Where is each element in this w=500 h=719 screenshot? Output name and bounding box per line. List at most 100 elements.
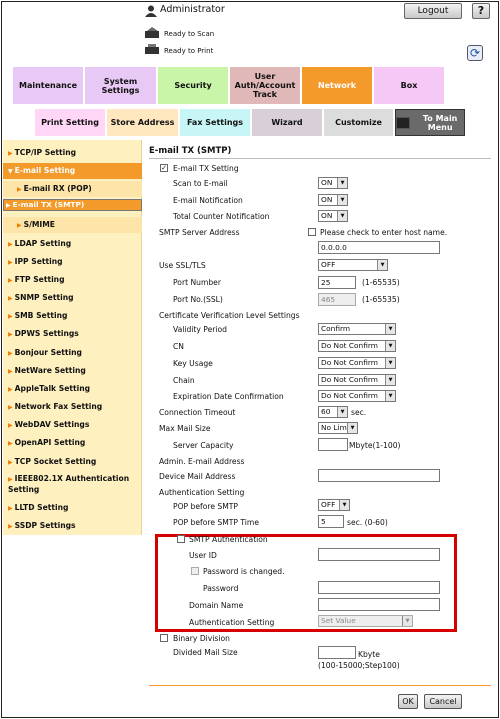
chevron-right-icon: ▶ — [8, 313, 13, 320]
sidebar-item[interactable]: ▶ OpenAPI Setting — [8, 435, 141, 451]
tab-security[interactable]: Security — [158, 67, 228, 104]
sidebar-item-label: LDAP Setting — [14, 239, 72, 248]
cancel-button[interactable]: Cancel — [424, 694, 462, 709]
password-input[interactable] — [318, 581, 440, 594]
sidebar-item[interactable]: ▶ TCP/IP Setting — [8, 145, 141, 161]
sidebar-item[interactable]: ▶ Bonjour Setting — [8, 345, 141, 361]
max-mail-size-label: Max Mail Size — [159, 424, 211, 433]
sidebar-item[interactable]: ▶ LLTD Setting — [8, 500, 141, 516]
email-tx-setting-checkbox[interactable]: ✓ — [160, 164, 168, 172]
sidebar-item[interactable]: ▶ SNMP Setting — [8, 290, 141, 306]
cn-select[interactable]: Do Not Confirm ▼ — [318, 340, 396, 352]
sidebar-item[interactable]: ▶ AppleTalk Setting — [8, 381, 141, 397]
tab-store-address[interactable]: Store Address — [107, 109, 178, 136]
chevron-right-icon: ▶ — [8, 422, 13, 429]
pop-before-smtp-time-input[interactable]: 5 — [318, 515, 344, 528]
scan-to-email-label: Scan to E-mail — [173, 179, 228, 188]
cn-label: CN — [173, 342, 184, 351]
sidebar-item[interactable]: ▶ E-mail TX (SMTP) — [3, 199, 142, 211]
sidebar-item-label: IEEE802.1X Authentication Setting — [8, 474, 130, 494]
help-button[interactable]: ? — [472, 3, 490, 19]
auth-setting-label: Authentication Setting — [189, 618, 275, 627]
auth-setting-select[interactable]: Set Value ▼ — [318, 615, 413, 627]
tab-box[interactable]: Box — [374, 67, 444, 104]
sidebar-item-label: SMB Setting — [14, 311, 68, 320]
connection-timeout-select[interactable]: 60 ▼ — [318, 406, 348, 418]
divided-mail-size-input[interactable] — [318, 646, 356, 659]
email-tx-setting-label: E-mail TX Setting — [173, 164, 239, 173]
sidebar-item[interactable]: ▶ DPWS Settings — [8, 326, 141, 342]
sidebar-item[interactable]: ▼ E-mail Setting — [3, 163, 142, 179]
port-ssl-input[interactable]: 465 — [318, 293, 356, 306]
pop-before-smtp-select[interactable]: OFF ▼ — [318, 499, 350, 511]
title-divider — [149, 158, 491, 159]
sidebar-item-label: S/MIME — [23, 220, 55, 229]
smtp-authentication-checkbox[interactable] — [177, 535, 185, 543]
sidebar-item[interactable]: ▶ WebDAV Settings — [8, 417, 141, 433]
user-id-input[interactable] — [318, 548, 440, 561]
tab-network[interactable]: Network — [302, 67, 372, 104]
sidebar-item-label: FTP Setting — [14, 275, 65, 284]
server-capacity-input[interactable] — [318, 438, 348, 451]
logout-button[interactable]: Logout — [404, 3, 462, 19]
sidebar-item[interactable]: ▶ TCP Socket Setting — [8, 454, 141, 470]
server-capacity-unit: Mbyte(1-100) — [349, 441, 401, 450]
sidebar-item-label: E-mail TX (SMTP) — [12, 200, 85, 209]
tab-print-setting[interactable]: Print Setting — [35, 109, 105, 136]
sidebar-item[interactable]: ▶ S/MIME — [3, 217, 142, 233]
tab-fax-settings[interactable]: Fax Settings — [180, 109, 250, 136]
sidebar-item[interactable]: ▶ LDAP Setting — [8, 236, 141, 252]
sidebar-item-label: LLTD Setting — [14, 503, 69, 512]
email-notification-select[interactable]: ON ▼ — [318, 194, 348, 206]
tab-maintenance[interactable]: Maintenance — [13, 67, 83, 104]
tab-wizard[interactable]: Wizard — [252, 109, 322, 136]
binary-division-checkbox[interactable] — [160, 634, 168, 642]
sidebar-item-label: TCP/IP Setting — [14, 148, 77, 157]
sidebar-item[interactable]: ▶ FTP Setting — [8, 272, 141, 288]
to-main-menu-button[interactable]: To Main Menu — [395, 109, 465, 136]
domain-name-input[interactable] — [318, 598, 440, 611]
sidebar-item[interactable]: ▶ IEEE802.1X Authentication Setting — [8, 472, 141, 498]
chevron-right-icon: ▶ — [8, 331, 13, 338]
chain-select[interactable]: Do Not Confirm ▼ — [318, 374, 396, 386]
sidebar-item[interactable]: ▶ SMB Setting — [8, 308, 141, 324]
sidebar-item[interactable]: ▶ NetWare Setting — [8, 363, 141, 379]
total-counter-notification-select[interactable]: ON ▼ — [318, 210, 348, 222]
sidebar-item-label: SNMP Setting — [14, 293, 74, 302]
tab-user-auth[interactable]: User Auth/Account Track — [230, 67, 300, 104]
port-number-label: Port Number — [173, 278, 221, 287]
sidebar-item[interactable]: ▶ IPP Setting — [8, 254, 141, 270]
divided-mail-size-label: Divided Mail Size — [173, 648, 238, 657]
user-name: Administrator — [160, 4, 225, 15]
validity-period-select[interactable]: Confirm ▼ — [318, 323, 396, 335]
sidebar-item[interactable]: ▶ E-mail RX (POP) — [3, 181, 142, 197]
main-menu-icon — [396, 116, 411, 129]
smtp-server-input[interactable]: 0.0.0.0 — [318, 241, 440, 254]
refresh-icon[interactable]: ⟳ — [467, 45, 483, 61]
sidebar-item-label: E-mail RX (POP) — [23, 184, 92, 193]
ok-button[interactable]: OK — [398, 694, 418, 709]
sidebar-item[interactable]: ▶ Network Fax Setting — [8, 399, 141, 415]
chevron-down-icon: ▼ — [337, 195, 347, 205]
total-counter-notification-label: Total Counter Notification — [173, 212, 270, 221]
key-usage-select[interactable]: Do Not Confirm ▼ — [318, 357, 396, 369]
sidebar-item-label: AppleTalk Setting — [14, 384, 91, 393]
email-notification-label: E-mail Notification — [173, 196, 243, 205]
use-ssl-tls-select[interactable]: OFF ▼ — [318, 259, 388, 271]
chevron-right-icon: ▶ — [8, 523, 13, 530]
password-changed-checkbox[interactable] — [191, 567, 199, 575]
chevron-down-icon: ▼ — [339, 500, 349, 510]
tab-system-settings[interactable]: System Settings — [85, 67, 156, 104]
port-number-input[interactable]: 25 — [318, 276, 356, 289]
scan-to-email-select[interactable]: ON ▼ — [318, 177, 348, 189]
chevron-right-icon: ▶ — [8, 150, 13, 157]
chevron-down-icon: ▼ — [385, 391, 395, 401]
expiration-date-select[interactable]: Do Not Confirm ▼ — [318, 390, 396, 402]
max-mail-size-select[interactable]: No Limit ▼ — [318, 422, 358, 434]
sidebar-item[interactable]: ▶ SSDP Settings — [8, 518, 141, 534]
sidebar-item-label: NetWare Setting — [14, 366, 86, 375]
tab-customize[interactable]: Customize — [324, 109, 393, 136]
host-name-checkbox[interactable] — [308, 228, 316, 236]
device-mail-input[interactable] — [318, 469, 440, 482]
device-mail-label: Device Mail Address — [159, 472, 236, 481]
